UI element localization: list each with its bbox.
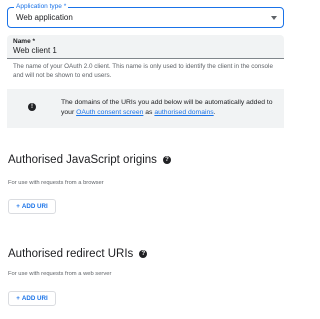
- help-icon[interactable]: ?: [139, 250, 148, 258]
- name-help-text: The name of your OAuth 2.0 client. This …: [13, 63, 273, 79]
- oauth-client-form: Application type * Web application Name …: [0, 0, 300, 319]
- help-icon[interactable]: ?: [162, 156, 171, 164]
- js-origins-heading: Authorised JavaScript origins?: [8, 153, 171, 167]
- application-type-select[interactable]: Application type * Web application: [7, 3, 284, 28]
- add-redirect-uri-button[interactable]: + ADD URI: [8, 291, 56, 306]
- plus-icon: +: [16, 295, 20, 302]
- oauth-consent-screen-link[interactable]: OAuth consent screen: [76, 109, 143, 116]
- name-field[interactable]: Name * Web client 1: [7, 35, 284, 59]
- banner-text-middle: as: [143, 109, 155, 116]
- name-input[interactable]: Web client 1: [13, 46, 57, 56]
- redirect-uris-title: Authorised redirect URIs: [8, 248, 134, 260]
- add-uri-label: ADD URI: [21, 295, 48, 302]
- js-origins-title: Authorised JavaScript origins: [8, 154, 157, 166]
- authorised-domains-link[interactable]: authorised domains: [154, 109, 213, 116]
- redirect-uris-heading: Authorised redirect URIs?: [8, 247, 148, 261]
- name-label: Name *: [13, 38, 36, 45]
- plus-icon: +: [16, 203, 20, 210]
- application-type-value: Web application: [16, 13, 73, 22]
- info-icon: !: [28, 103, 36, 111]
- application-type-label: Application type *: [14, 3, 69, 11]
- banner-text-end: .: [213, 109, 216, 116]
- info-banner-text: The domains of the URIs you add below wi…: [61, 98, 283, 118]
- redirect-uris-subtitle: For use with requests from a web server: [8, 271, 112, 277]
- add-js-origin-uri-button[interactable]: + ADD URI: [8, 199, 56, 214]
- js-origins-subtitle: For use with requests from a browser: [8, 180, 104, 186]
- add-uri-label: ADD URI: [21, 203, 48, 210]
- chevron-down-icon[interactable]: [271, 16, 277, 20]
